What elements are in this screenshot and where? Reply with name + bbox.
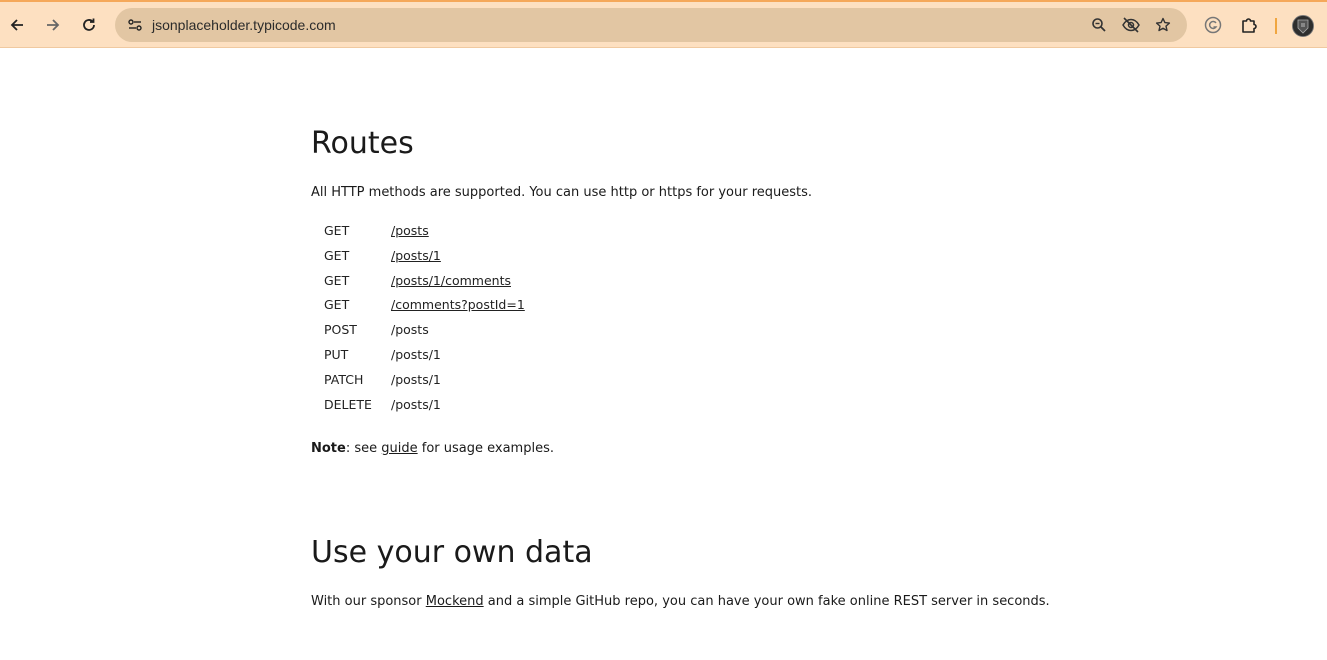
forward-icon	[47, 19, 60, 31]
own-data-suffix: and a simple GitHub repo, you can have y…	[483, 594, 1050, 609]
own-data-heading: Use your own data	[311, 535, 593, 570]
toolbar-divider	[1275, 18, 1277, 34]
route-path: /posts/1	[391, 346, 441, 362]
route-method: GET	[324, 247, 350, 263]
extensions-icon	[1242, 18, 1257, 33]
reload-icon	[83, 18, 95, 31]
back-button[interactable]	[3, 11, 31, 39]
own-data-paragraph: With our sponsor Mockend and a simple Gi…	[311, 594, 1050, 609]
note-suffix: for usage examples.	[417, 441, 554, 456]
back-icon	[10, 19, 23, 31]
eye-off-icon	[1122, 17, 1140, 33]
route-method: GET	[324, 272, 350, 288]
guide-link[interactable]: guide	[381, 441, 417, 456]
mockend-link[interactable]: Mockend	[426, 594, 484, 609]
note-label: Note	[311, 441, 346, 456]
zoom-icon	[1092, 18, 1106, 32]
route-path-link[interactable]: /posts/1	[391, 248, 441, 263]
star-icon	[1155, 17, 1171, 32]
own-data-prefix: With our sponsor	[311, 594, 426, 609]
note-prefix: : see	[345, 441, 382, 456]
avatar-image	[1293, 16, 1313, 36]
note-paragraph: Note: see guide for usage examples.	[311, 441, 554, 456]
route-method: PUT	[324, 346, 349, 362]
route-path: /posts/1	[391, 371, 441, 387]
site-info-icon	[128, 19, 142, 31]
route-path-link[interactable]: /posts	[391, 223, 429, 238]
route-method: POST	[324, 322, 357, 338]
route-method: PATCH	[324, 371, 364, 387]
route-path: /posts	[391, 322, 429, 338]
tracking-protection-button[interactable]	[1119, 13, 1143, 37]
extensions-button[interactable]	[1235, 11, 1263, 39]
url-text[interactable]: jsonplaceholder.typicode.com	[152, 17, 336, 33]
address-bar[interactable]: jsonplaceholder.typicode.com	[115, 8, 1187, 42]
route-method: DELETE	[324, 396, 372, 412]
route-path: /posts/1	[391, 396, 441, 412]
forward-button[interactable]	[39, 11, 67, 39]
route-path-link[interactable]: /comments?postId=1	[391, 297, 525, 312]
profile-avatar[interactable]	[1292, 15, 1314, 37]
browser-toolbar: jsonplaceholder.typicode.com	[0, 0, 1327, 48]
zoom-button[interactable]	[1087, 13, 1111, 37]
site-info-button[interactable]	[122, 12, 148, 38]
bookmark-button[interactable]	[1151, 13, 1175, 37]
grammarly-extension-button[interactable]	[1199, 11, 1227, 39]
route-method: GET	[324, 223, 350, 238]
grammarly-icon	[1204, 16, 1222, 34]
reload-button[interactable]	[75, 11, 103, 39]
routes-intro: All HTTP methods are supported. You can …	[311, 185, 813, 200]
route-method: GET	[324, 297, 350, 313]
routes-heading: Routes	[311, 126, 414, 161]
route-path-link[interactable]: /posts/1/comments	[391, 273, 511, 288]
